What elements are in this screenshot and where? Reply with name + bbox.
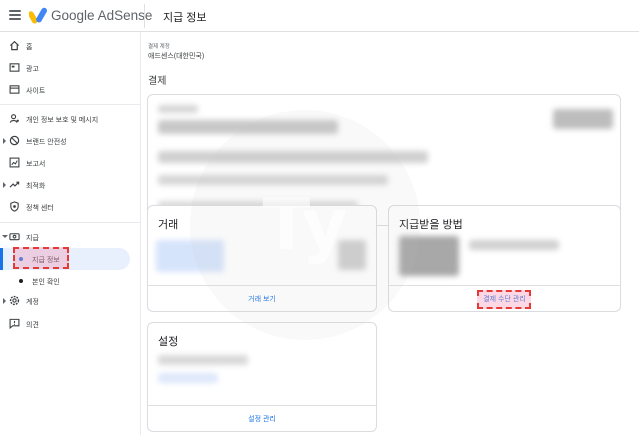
- redacted-button: [553, 109, 613, 129]
- sidebar-subitem-identity-verification[interactable]: 본인 확인: [0, 270, 130, 292]
- top-app-bar: Google AdSense 지급 정보: [0, 0, 639, 32]
- page-title: 지급 정보: [163, 12, 207, 24]
- redacted-text: [158, 105, 198, 113]
- section-title: 결제: [148, 76, 167, 87]
- sidebar-item-feedback[interactable]: 의견: [0, 313, 130, 335]
- redacted-text: [158, 120, 338, 134]
- redacted-image: [399, 236, 459, 276]
- redacted-text: [469, 240, 559, 250]
- sidebar-item-policy-center[interactable]: 정책 센터: [0, 196, 130, 218]
- privacy-icon: [9, 114, 19, 123]
- brand-name: Google AdSense: [51, 8, 153, 23]
- sidebar-item-ads[interactable]: 광고: [0, 57, 130, 79]
- shield-icon: [10, 201, 19, 212]
- trending-icon: [9, 181, 20, 188]
- highlight-box: [477, 290, 531, 309]
- bullet-icon: [19, 279, 23, 283]
- main-content: 결제 계정 애드센스(대한민국) 결제 거래 거래 보기 지급받을 방법 결제 …: [142, 32, 639, 435]
- manage-settings-link[interactable]: 설정 관리: [148, 405, 376, 431]
- highlight-box: [13, 247, 69, 269]
- sidebar-item-payments[interactable]: 지급: [0, 226, 130, 248]
- view-transactions-link[interactable]: 거래 보기: [148, 285, 376, 311]
- sidebar-item-reports[interactable]: 보고서: [0, 152, 130, 174]
- sidebar-item-home[interactable]: 홈: [0, 35, 130, 57]
- sidebar-item-account[interactable]: 계정: [0, 290, 130, 312]
- redacted-text: [158, 373, 218, 383]
- feedback-icon: [9, 318, 20, 329]
- reports-icon: [9, 157, 20, 168]
- settings-card: 설정 설정 관리: [147, 322, 377, 432]
- expand-arrow-icon: [3, 182, 6, 188]
- sidebar-item-brand-safety[interactable]: 브랜드 안전성: [0, 130, 130, 152]
- menu-icon[interactable]: [9, 10, 21, 20]
- sidebar-item-optimization[interactable]: 최적화: [0, 174, 130, 196]
- payments-icon: [9, 233, 20, 241]
- sidebar-item-sites[interactable]: 사이트: [0, 79, 130, 101]
- sidebar: 홈 광고 사이트 개인 정보 보호 및 메시지 브랜드 안전성 보고서 최적화 …: [0, 32, 141, 435]
- expand-arrow-icon: [3, 298, 6, 304]
- account-name: 애드센스(대한민국): [148, 53, 205, 60]
- header-divider: [144, 4, 145, 28]
- active-indicator: [0, 248, 3, 270]
- transactions-card: 거래 거래 보기: [147, 205, 377, 312]
- expand-arrow-icon: [3, 138, 6, 144]
- sites-icon: [9, 85, 20, 94]
- redacted-content: [338, 240, 366, 270]
- redacted-text: [158, 151, 428, 163]
- collapse-arrow-icon: [2, 235, 8, 238]
- account-label: 결제 계정: [148, 44, 170, 50]
- redacted-text: [158, 355, 248, 365]
- redacted-content: [156, 240, 224, 272]
- sidebar-divider: [0, 222, 141, 223]
- settings-icon: [9, 295, 20, 306]
- block-icon: [9, 135, 20, 146]
- redacted-text: [158, 175, 388, 185]
- card-title: 지급받을 방법: [399, 219, 463, 231]
- card-title: 설정: [158, 336, 179, 348]
- adsense-logo-icon: [29, 7, 48, 24]
- ads-icon: [9, 63, 20, 72]
- sidebar-item-privacy[interactable]: 개인 정보 보호 및 메시지: [0, 108, 130, 130]
- sidebar-divider: [0, 104, 141, 105]
- home-icon: [9, 40, 20, 51]
- card-title: 거래: [158, 219, 179, 231]
